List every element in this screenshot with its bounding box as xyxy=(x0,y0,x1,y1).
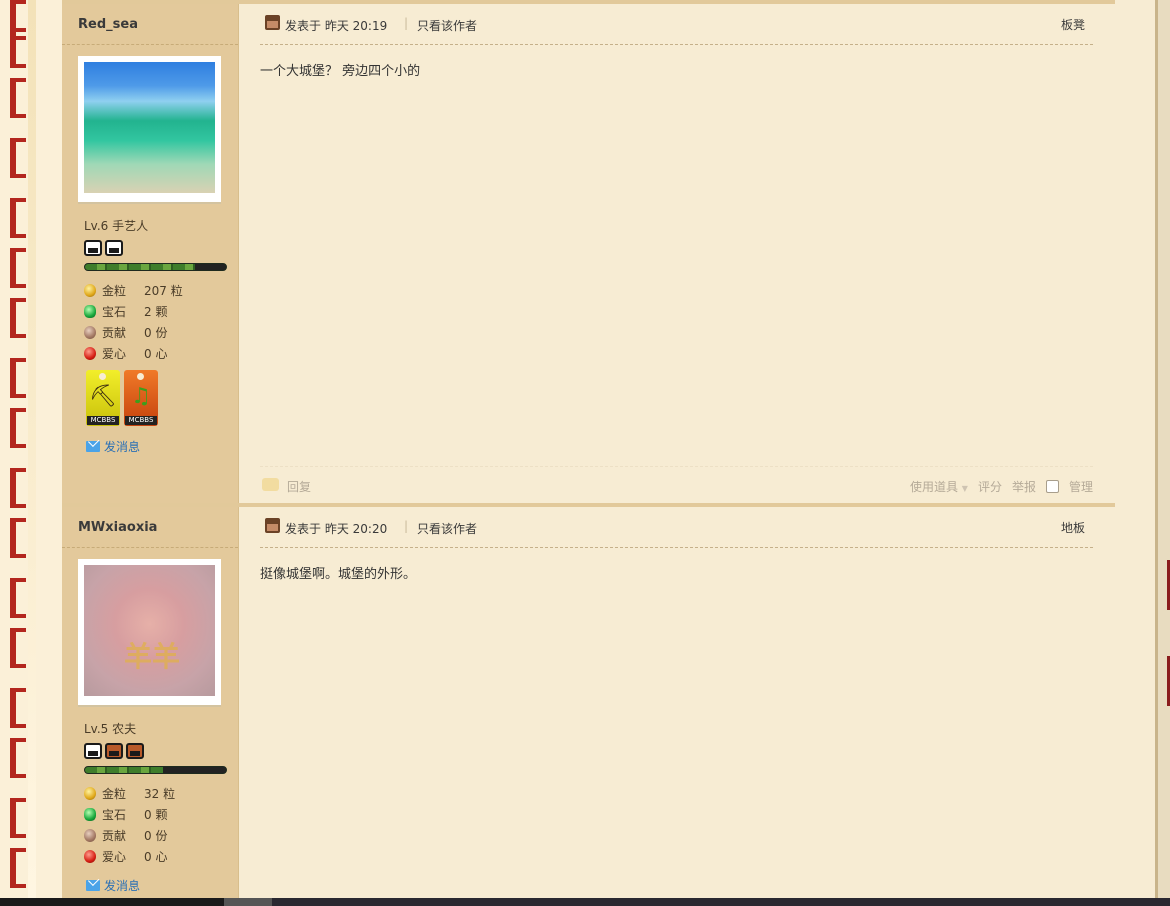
reply-icon xyxy=(262,478,279,491)
avatar[interactable]: 羊羊 xyxy=(78,559,221,705)
avatar[interactable] xyxy=(78,56,221,202)
gold-nugget-icon xyxy=(84,284,96,297)
author-sidebar: MWxiaoxia 羊羊 Lv.5 农夫 金粒 32 粒 宝石 0 颗 贡献 0… xyxy=(62,507,239,898)
stat-gold: 金粒 207 粒 xyxy=(84,280,183,301)
send-message-link[interactable]: 发消息 xyxy=(86,877,140,894)
report-button[interactable]: 举报 xyxy=(1012,478,1036,495)
experience-fill xyxy=(85,767,163,773)
rank-cart-icon xyxy=(84,743,102,759)
stat-gem: 宝石 2 颗 xyxy=(84,301,183,322)
steve-head-icon xyxy=(265,518,280,533)
avatar-image xyxy=(84,62,215,193)
decorative-brick-strip xyxy=(0,0,62,898)
use-item-dropdown[interactable]: 使用道具 ▼ xyxy=(910,478,968,495)
post-main: 发表于 昨天 20:20 | 只看该作者 地板 挺像城堡啊。城堡的外形。 xyxy=(260,507,1093,898)
envelope-icon xyxy=(86,441,100,452)
thread-content: Red_sea Lv.6 手艺人 金粒 207 粒 宝石 2 颗 贡献 0 份 … xyxy=(62,0,1115,898)
author-name[interactable]: MWxiaoxia xyxy=(78,520,157,535)
rank-icons xyxy=(84,743,144,759)
heart-apple-icon xyxy=(84,347,96,360)
reply-button[interactable]: 回复 xyxy=(287,478,311,495)
floor-number[interactable]: 板凳 xyxy=(1061,16,1085,33)
right-scroll-strip xyxy=(1155,0,1170,898)
post-floor-3: Red_sea Lv.6 手艺人 金粒 207 粒 宝石 2 颗 贡献 0 份 … xyxy=(62,0,1115,506)
posted-time: 发表于 昨天 20:20 xyxy=(285,522,388,536)
experience-fill xyxy=(85,264,195,270)
contribution-icon xyxy=(84,326,96,339)
experience-bar xyxy=(84,766,227,774)
stat-contribution: 贡献 0 份 xyxy=(84,322,183,343)
send-message-link[interactable]: 发消息 xyxy=(86,438,140,455)
medal-list: ⛏ MCBBS ♫ MCBBS xyxy=(86,370,158,426)
contribution-icon xyxy=(84,829,96,842)
post-content: 挺像城堡啊。城堡的外形。 xyxy=(260,567,417,582)
stat-love: 爱心 0 心 xyxy=(84,846,175,867)
post-header: 发表于 昨天 20:20 | 只看该作者 地板 xyxy=(260,517,1093,548)
rank-cart-red-icon xyxy=(126,743,144,759)
gold-nugget-icon xyxy=(84,787,96,800)
stat-gold: 金粒 32 粒 xyxy=(84,783,175,804)
gem-icon xyxy=(84,305,96,318)
chevron-down-icon: ▼ xyxy=(961,484,968,493)
music-medal-icon[interactable]: ♫ MCBBS xyxy=(124,370,158,426)
post-header: 发表于 昨天 20:19 | 只看该作者 板凳 xyxy=(260,14,1093,45)
rank-cart-icon xyxy=(84,240,102,256)
user-stats: 金粒 32 粒 宝石 0 颗 贡献 0 份 爱心 0 心 xyxy=(84,783,175,867)
rank-icons xyxy=(84,240,123,256)
experience-bar xyxy=(84,263,227,271)
avatar-stamp: 羊羊 xyxy=(124,640,181,673)
rank-cart-red-icon xyxy=(105,743,123,759)
post-floor-4: MWxiaoxia 羊羊 Lv.5 农夫 金粒 32 粒 宝石 0 颗 贡献 0… xyxy=(62,503,1115,898)
stat-gem: 宝石 0 颗 xyxy=(84,804,175,825)
gem-icon xyxy=(84,808,96,821)
only-this-author-link[interactable]: 只看该作者 xyxy=(417,520,477,537)
user-level: Lv.5 农夫 xyxy=(84,722,137,736)
avatar-image: 羊羊 xyxy=(84,565,215,696)
envelope-icon xyxy=(86,880,100,891)
rate-button[interactable]: 评分 xyxy=(978,478,1002,495)
stat-love: 爱心 0 心 xyxy=(84,343,183,364)
user-stats: 金粒 207 粒 宝石 2 颗 贡献 0 份 爱心 0 心 xyxy=(84,280,183,364)
rank-cart-icon xyxy=(105,240,123,256)
floor-number[interactable]: 地板 xyxy=(1061,519,1085,536)
author-name[interactable]: Red_sea xyxy=(78,17,138,32)
post-content: 一个大城堡？ 旁边四个小的 xyxy=(260,64,421,79)
post-actions: 回复 使用道具 ▼ 评分 举报 管理 xyxy=(260,466,1093,497)
pickaxe-medal-icon[interactable]: ⛏ MCBBS xyxy=(86,370,120,426)
manage-checkbox[interactable] xyxy=(1045,480,1059,493)
posted-time: 发表于 昨天 20:19 xyxy=(285,19,388,33)
only-this-author-link[interactable]: 只看该作者 xyxy=(417,17,477,34)
taskbar xyxy=(0,898,1170,906)
stat-contribution: 贡献 0 份 xyxy=(84,825,175,846)
steve-head-icon xyxy=(265,15,280,30)
author-sidebar: Red_sea Lv.6 手艺人 金粒 207 粒 宝石 2 颗 贡献 0 份 … xyxy=(62,4,239,506)
post-main: 发表于 昨天 20:19 | 只看该作者 板凳 一个大城堡？ 旁边四个小的 回复… xyxy=(260,4,1093,506)
manage-button[interactable]: 管理 xyxy=(1069,478,1093,495)
user-level: Lv.6 手艺人 xyxy=(84,219,149,233)
heart-apple-icon xyxy=(84,850,96,863)
